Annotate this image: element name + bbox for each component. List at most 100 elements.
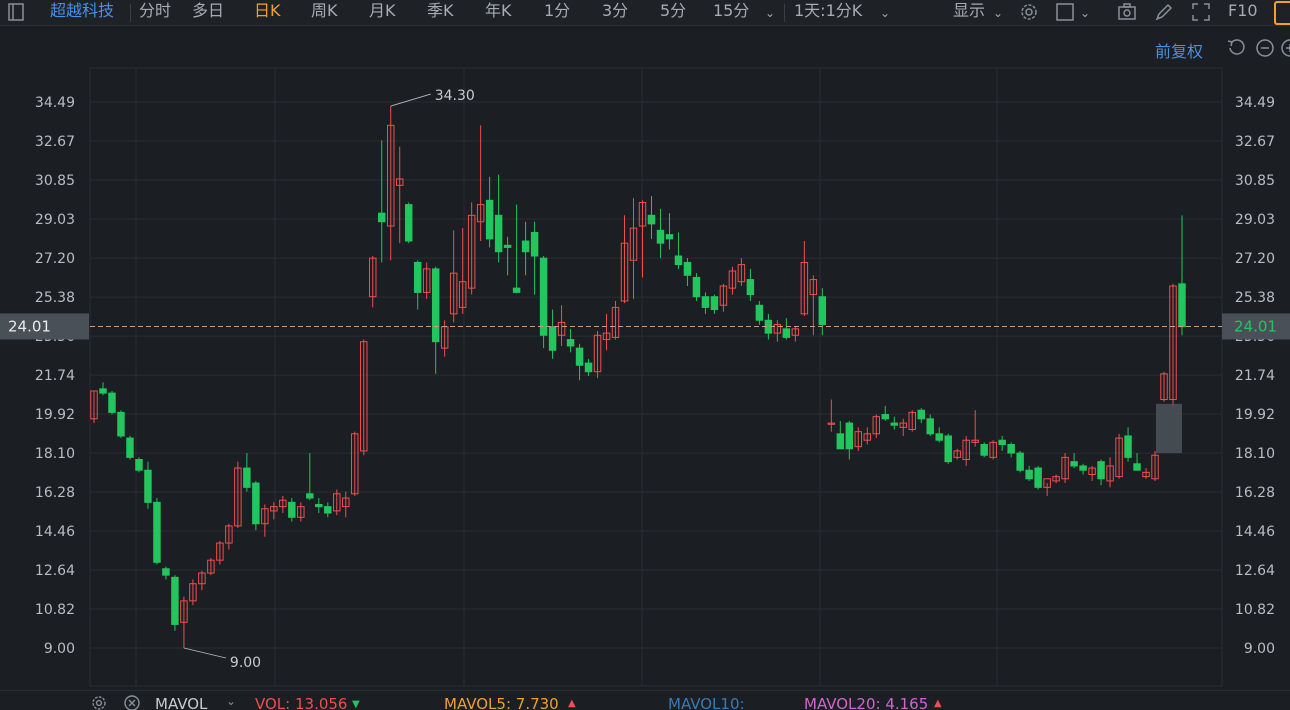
- candle-down: [135, 459, 143, 471]
- y-tick-label-right: 29.03: [1235, 212, 1275, 228]
- up-arrow-icon: ▲: [568, 698, 576, 709]
- candle-down: [494, 214, 503, 253]
- candle-down: [288, 501, 296, 518]
- candle-down: [944, 435, 952, 463]
- y-tick-label-left: 9.00: [44, 641, 75, 657]
- candle-down: [1007, 444, 1015, 454]
- candle-down: [836, 433, 845, 450]
- gear-icon[interactable]: [90, 694, 108, 710]
- close-icon[interactable]: [123, 694, 141, 710]
- y-tick-label-right: 10.82: [1235, 602, 1275, 618]
- y-tick-label-left: 12.64: [35, 563, 75, 579]
- candle-down: [998, 439, 1006, 446]
- candle-down: [926, 418, 934, 435]
- candle-down: [153, 501, 161, 563]
- candle-down: [710, 296, 719, 311]
- y-tick-label-right: 32.67: [1235, 134, 1275, 150]
- y-tick-label-left: 29.03: [35, 212, 75, 228]
- candle-down: [548, 326, 557, 351]
- candle-down: [1025, 469, 1033, 480]
- candle-down: [404, 204, 413, 242]
- candle-down: [683, 261, 692, 276]
- candle-down: [162, 568, 170, 576]
- y-tick-label-right: 27.20: [1235, 251, 1275, 267]
- candle-down: [306, 493, 314, 499]
- vol-value: VOL: 13.056: [255, 695, 348, 710]
- candle-down: [746, 279, 755, 296]
- candle-down: [1124, 435, 1132, 458]
- down-arrow-icon: ▼: [352, 699, 360, 710]
- candle-down: [980, 444, 988, 456]
- y-tick-label-right: 25.38: [1235, 290, 1275, 306]
- candle-down: [890, 422, 899, 426]
- candle-down: [845, 422, 854, 450]
- y-tick-label-left: 27.20: [35, 251, 75, 267]
- up-arrow-icon: ▲: [934, 698, 942, 709]
- candle-down: [413, 261, 422, 293]
- candle-down: [108, 392, 116, 413]
- mavol5-value: MAVOL5: 7.730: [444, 695, 559, 710]
- y-tick-label-right: 19.92: [1235, 407, 1275, 423]
- plot-frame: [89, 67, 1223, 687]
- high-price-label: 34.30: [435, 88, 475, 104]
- y-tick-label-right: 30.85: [1235, 173, 1275, 189]
- candle-down: [692, 276, 701, 298]
- volume-indicator-bar: MAVOL ⌄ VOL: 13.056 ▼ MAVOL5: 7.730 ▲ MA…: [0, 690, 1290, 710]
- candle-down: [315, 503, 323, 508]
- candle-down: [126, 437, 134, 458]
- candle-down: [674, 255, 683, 266]
- candle-down: [171, 576, 179, 625]
- current-price-label-left: 24.01: [8, 317, 51, 335]
- y-tick-label-left: 25.38: [35, 290, 75, 306]
- candle-down: [144, 469, 152, 503]
- low-pointer: [183, 647, 227, 659]
- candle-down: [117, 411, 125, 437]
- selection-box: [1156, 403, 1182, 454]
- candle-down: [782, 328, 791, 338]
- candle-down: [656, 229, 665, 244]
- indicator-name[interactable]: MAVOL: [155, 695, 207, 710]
- candle-down: [485, 199, 494, 240]
- candle-down: [575, 347, 584, 366]
- candle-down: [252, 482, 260, 525]
- y-tick-label-right: 14.46: [1235, 524, 1275, 540]
- candle-down: [377, 212, 386, 223]
- candle-down: [665, 234, 674, 240]
- candle-down: [701, 296, 710, 308]
- chevron-down-icon[interactable]: ⌄: [226, 694, 236, 708]
- candle-down: [935, 433, 943, 441]
- candle-down: [1034, 467, 1042, 488]
- y-tick-label-right: 12.64: [1235, 563, 1275, 579]
- y-tick-label-left: 34.49: [35, 95, 75, 111]
- current-price-label-right: 24.01: [1234, 317, 1277, 335]
- y-tick-label-left: 18.10: [35, 446, 75, 462]
- low-price-label: 9.00: [230, 655, 261, 671]
- y-tick-label-left: 14.46: [35, 524, 75, 540]
- y-tick-label-right: 21.74: [1235, 368, 1275, 384]
- y-tick-label-left: 30.85: [35, 173, 75, 189]
- candle-down: [530, 231, 539, 257]
- candle-down: [431, 268, 440, 343]
- mavol20-value: MAVOL20: 4.165: [804, 695, 929, 710]
- candle-down: [539, 257, 548, 336]
- candle-down: [818, 296, 827, 326]
- y-tick-label-right: 18.10: [1235, 446, 1275, 462]
- candle-down: [917, 409, 925, 420]
- candle-down: [755, 304, 764, 321]
- candle-down: [647, 214, 656, 225]
- candle-down: [1097, 461, 1105, 480]
- candle-down: [1133, 463, 1141, 471]
- y-tick-label-right: 34.49: [1235, 95, 1275, 111]
- candle-down: [243, 467, 251, 488]
- candle-down: [503, 244, 512, 248]
- candle-down: [1178, 283, 1186, 328]
- candle-down: [99, 388, 107, 394]
- candle-down: [521, 240, 530, 253]
- high-pointer: [390, 93, 431, 107]
- candlestick-chart[interactable]: 34.49 34.49 32.67 32.67 30.85 30.85 29.03 29.03…: [0, 0, 1290, 710]
- y-tick-label-left: 21.74: [35, 368, 75, 384]
- candle-down: [1070, 461, 1078, 467]
- y-tick-label-right: 16.28: [1235, 485, 1275, 501]
- candle-down: [584, 362, 593, 373]
- y-tick-label-left: 19.92: [35, 407, 75, 423]
